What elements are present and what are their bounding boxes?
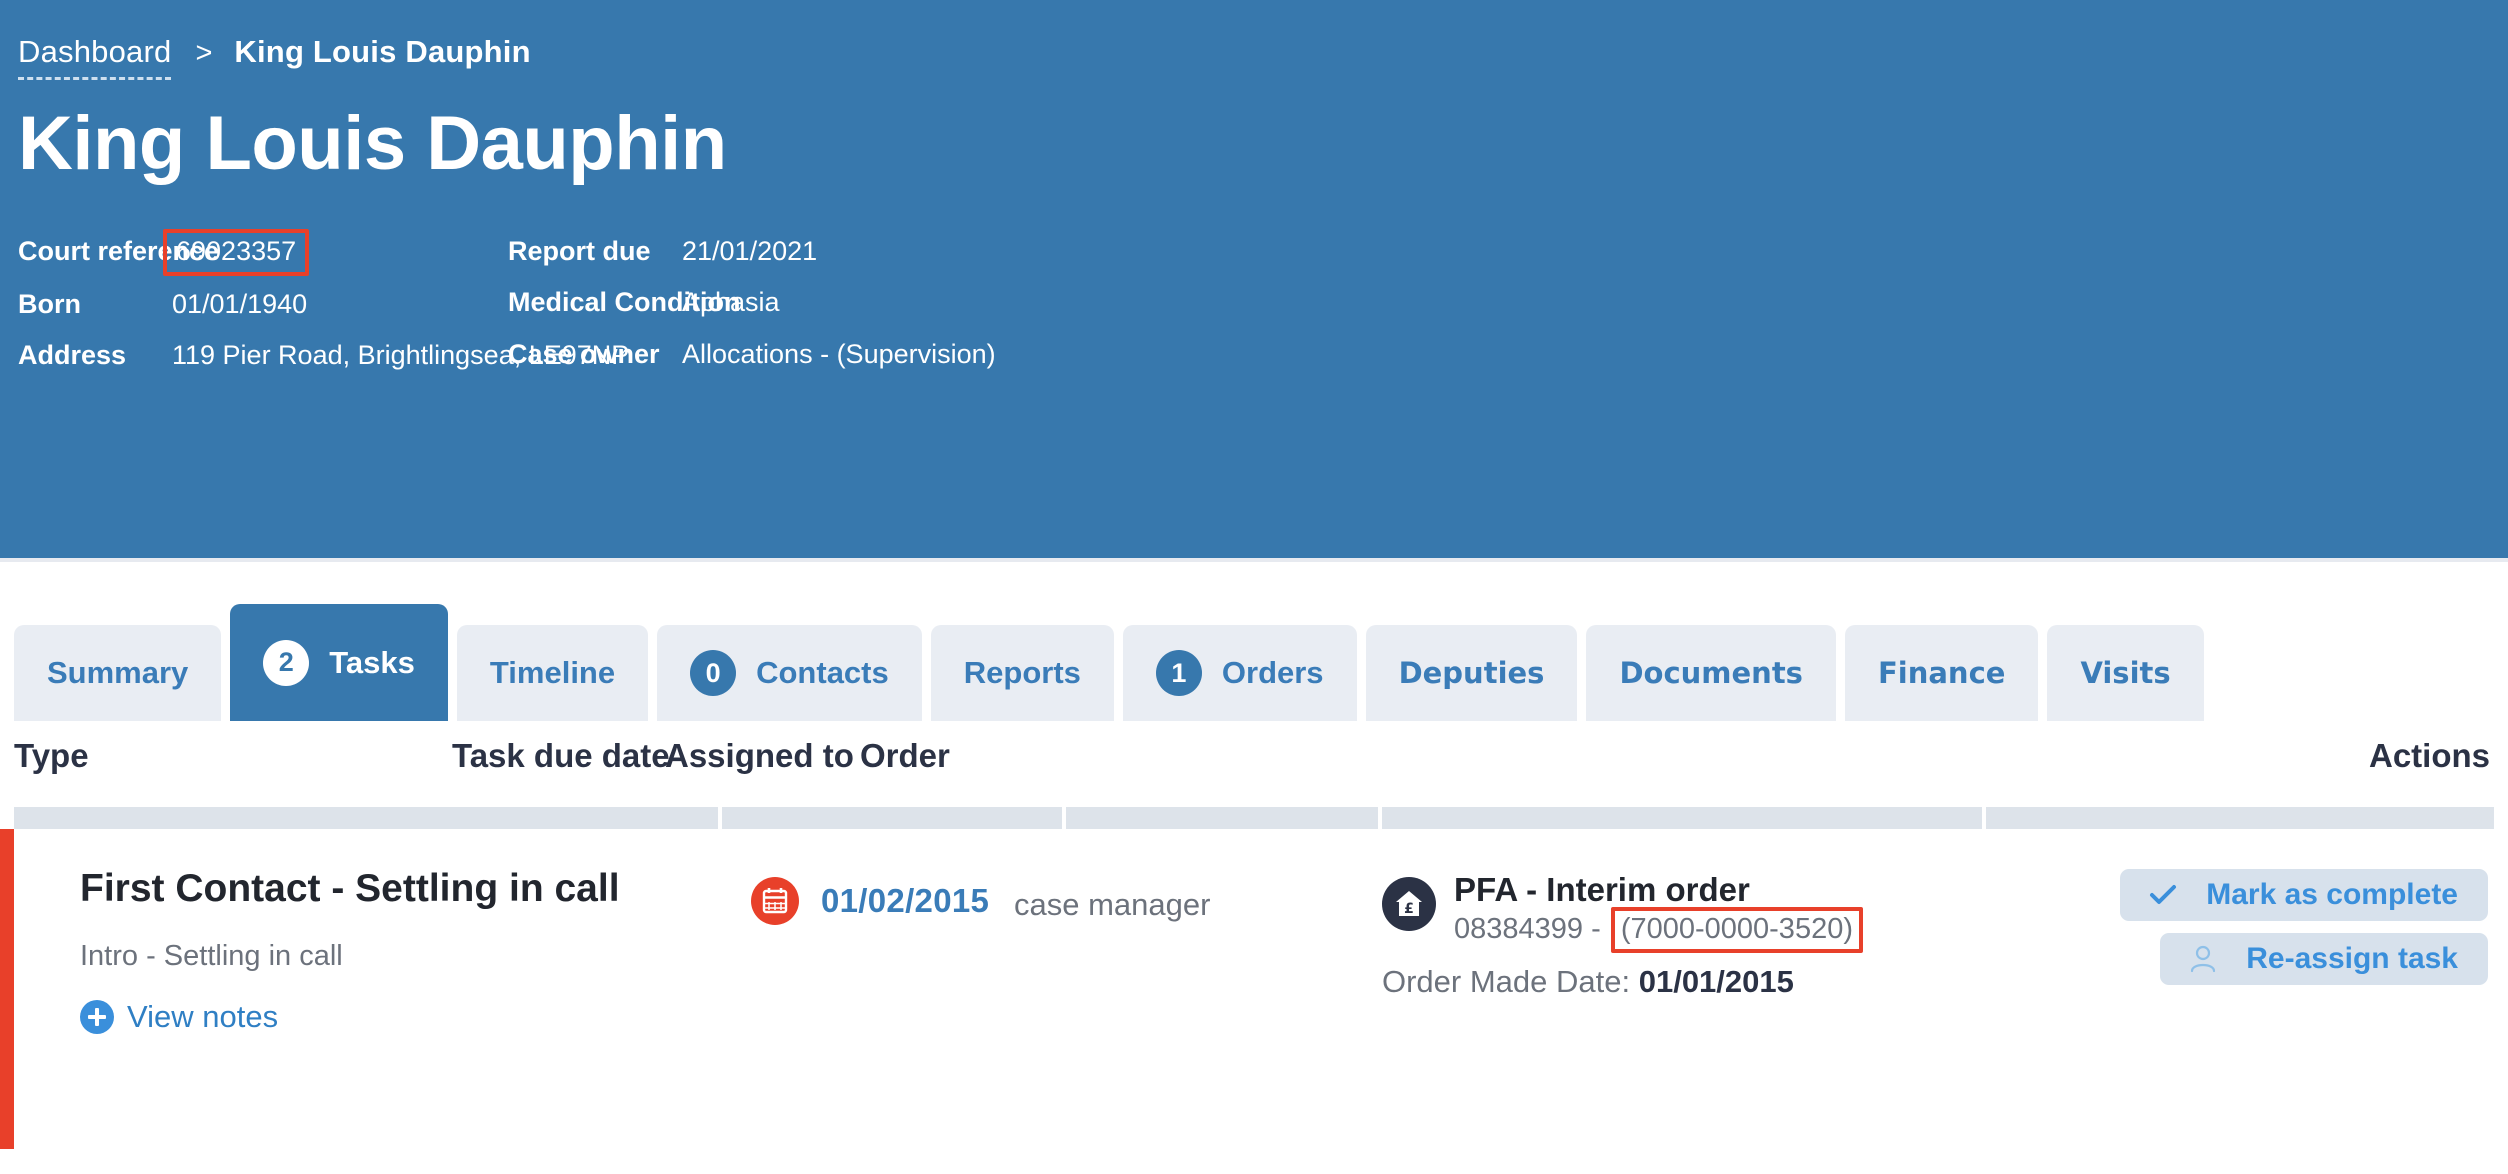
tab-deputies[interactable]: Deputies <box>1365 625 1578 721</box>
tab-contacts[interactable]: 0 Contacts <box>657 625 922 721</box>
cell-assigned-to: case manager <box>1014 887 1210 923</box>
order-reference-prefix: 08384399 - <box>1454 912 1609 945</box>
breadcrumb-separator: > <box>195 37 213 69</box>
report-due-value: 21/01/2021 <box>682 235 818 266</box>
page-header-banner: Dashboard > King Louis Dauphin King Loui… <box>0 0 2508 558</box>
assigned-to-value: case manager <box>1014 887 1211 922</box>
column-strip-actions <box>1986 807 2494 829</box>
tab-visits[interactable]: Visits <box>2047 625 2204 721</box>
tab-summary[interactable]: Summary <box>14 625 222 721</box>
case-owner-label: Case owner <box>508 339 660 370</box>
user-icon <box>2186 942 2220 976</box>
order-name: PFA - Interim order <box>1454 871 1750 908</box>
address-label: Address <box>18 339 127 370</box>
court-reference-label: Court reference <box>18 235 220 266</box>
table-row[interactable]: First Contact - Settling in call Intro -… <box>0 829 2508 1149</box>
order-made-date-label: Order Made Date: <box>1382 964 1639 1000</box>
view-notes-label: View notes <box>127 998 279 1034</box>
order-made-date: Order Made Date: 01/01/2015 <box>1382 964 1863 1000</box>
tab-bar: Summary 2 Tasks Timeline 0 Contacts Reports 1 Or… <box>14 604 2204 721</box>
re-assign-task-label: Re-assign task <box>2246 942 2458 975</box>
tab-orders[interactable]: 1 Orders <box>1122 625 1357 721</box>
breadcrumb-current: King Louis Dauphin <box>234 34 531 69</box>
task-due-date-value[interactable]: 01/02/2015 <box>821 882 989 920</box>
tab-label-orders: Orders <box>1221 655 1324 690</box>
tab-badge-contacts: 0 <box>690 650 737 696</box>
column-strip-type <box>14 807 718 829</box>
medical-condition-label: Medical Condition <box>508 287 741 318</box>
home-pound-icon: £ <box>1382 877 1436 931</box>
client-details-left-column: Court reference 69023357 Born 01/01/1940… <box>18 226 629 381</box>
tab-label-reports: Reports <box>963 655 1081 690</box>
order-heading-group: £ PFA - Interim order 08384399 - (7000-0… <box>1382 871 1863 953</box>
tab-label-summary: Summary <box>47 655 189 690</box>
case-owner-value: Allocations - (Supervision) <box>682 339 996 370</box>
plus-circle-icon <box>80 999 114 1034</box>
tab-label-documents: Documents <box>1619 656 1803 690</box>
task-subtitle: Intro - Settling in call <box>80 939 343 972</box>
tab-finance[interactable]: Finance <box>1844 625 2039 721</box>
order-made-date-value: 01/01/2015 <box>1638 964 1794 1000</box>
mark-as-complete-label: Mark as complete <box>2206 878 2458 911</box>
column-header-assigned-to: Assigned to <box>665 737 854 774</box>
svg-text:£: £ <box>1404 901 1414 917</box>
order-reference: 08384399 - (7000-0000-3520) <box>1454 906 1863 953</box>
page-title: King Louis Dauphin <box>18 101 727 186</box>
client-details: Court reference 69023357 Born 01/01/1940… <box>18 226 2508 381</box>
born-label: Born <box>18 288 81 319</box>
column-header-task-due-date: Task due date <box>452 737 670 774</box>
tab-label-deputies: Deputies <box>1398 656 1545 690</box>
tab-badge-orders: 1 <box>1155 650 1202 696</box>
tab-label-visits: Visits <box>2080 656 2171 690</box>
cell-task-due-date: 01/02/2015 <box>751 877 989 925</box>
breadcrumb-link-dashboard[interactable]: Dashboard <box>18 34 172 80</box>
column-header-type: Type <box>14 737 89 774</box>
report-due-label: Report due <box>508 235 651 266</box>
tab-label-finance: Finance <box>1877 656 2006 690</box>
tasks-table-header: Type Task due date Assigned to Order Act… <box>0 721 2508 807</box>
column-separator-strip <box>0 807 2508 829</box>
tab-label-timeline: Timeline <box>489 655 616 690</box>
tab-label-contacts: Contacts <box>756 655 889 690</box>
tab-bar-container: Summary 2 Tasks Timeline 0 Contacts Reports 1 Or… <box>0 558 2508 721</box>
column-strip-order <box>1382 807 1982 829</box>
column-strip-assigned <box>1066 807 1378 829</box>
tab-reports[interactable]: Reports <box>930 625 1114 721</box>
cell-actions: Mark as complete Re-assign task <box>2120 869 2488 985</box>
column-header-order: Order <box>860 737 950 774</box>
breadcrumb: Dashboard > King Louis Dauphin <box>18 34 2508 80</box>
tab-documents[interactable]: Documents <box>1586 625 1836 721</box>
column-header-actions: Actions <box>2368 737 2490 774</box>
tab-label-tasks: Tasks <box>329 644 415 680</box>
task-title: First Contact - Settling in call <box>80 867 620 910</box>
tab-tasks[interactable]: 2 Tasks <box>230 604 448 721</box>
tab-badge-tasks: 2 <box>263 639 310 686</box>
order-reference-highlight: (7000-0000-3520) <box>1610 906 1863 953</box>
mark-as-complete-button[interactable]: Mark as complete <box>2120 869 2488 921</box>
client-details-right-column: Report due 21/01/2021 Medical Condition … <box>508 226 996 381</box>
medical-condition-value: Aphasia <box>682 287 780 318</box>
cell-order: £ PFA - Interim order 08384399 - (7000-0… <box>1382 871 1863 1000</box>
court-reference-value: 69023357 <box>163 228 310 276</box>
cell-type: First Contact - Settling in call Intro -… <box>80 865 680 1035</box>
check-icon <box>2146 878 2180 912</box>
tab-timeline[interactable]: Timeline <box>456 625 649 721</box>
re-assign-task-button[interactable]: Re-assign task <box>2160 933 2488 985</box>
calendar-icon <box>751 877 799 925</box>
column-strip-due <box>722 807 1062 829</box>
view-notes-button[interactable]: View notes <box>80 999 680 1035</box>
